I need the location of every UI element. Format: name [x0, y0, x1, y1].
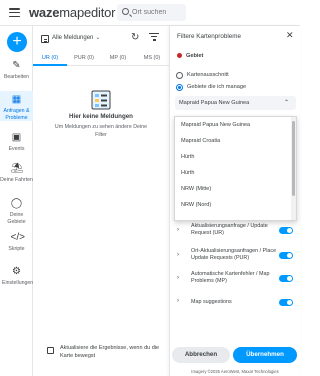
dropdown-option[interactable]: Hürth: [175, 165, 296, 181]
gear-icon: ⚙: [12, 266, 21, 277]
area-dropdown-list: Mapraid Papua New Guinea Mapraid Croatia…: [174, 116, 297, 221]
search-icon: [122, 8, 129, 15]
dropdown-option[interactable]: NRW (Mitte): [175, 181, 296, 197]
toggle-row-ur[interactable]: › Aktualisierungsanfrage / Update Reques…: [177, 223, 299, 239]
toggle-label: Ort-Aktualisierungsanfragen / Place Upda…: [191, 248, 277, 261]
top-bar: wazemapeditor: [0, 0, 300, 26]
problems-filter-bar: Alle Meldungen ⌄ ↻: [33, 26, 169, 52]
menu-icon[interactable]: [9, 8, 20, 18]
pur-toggle[interactable]: [279, 252, 293, 259]
toggle-row-pur[interactable]: › Ort-Aktualisierungsanfragen / Place Up…: [177, 248, 299, 264]
toggle-row-ms[interactable]: › Map suggestions: [177, 298, 299, 308]
dropdown-scrollbar[interactable]: [291, 117, 296, 220]
dropdown-option[interactable]: Hürth: [175, 149, 296, 165]
tab-pur[interactable]: PUR (0): [67, 52, 101, 65]
filter-icon[interactable]: [149, 33, 159, 42]
empty-list-illustration-icon: [91, 90, 111, 110]
chevron-right-icon[interactable]: ›: [177, 298, 179, 305]
chevron-up-icon: ⌃: [283, 100, 289, 106]
cancel-button[interactable]: Abbrechen: [172, 347, 230, 363]
sidebar-item-drives[interactable]: ⛱ Deine Fahrten: [0, 163, 33, 189]
tab-ur[interactable]: UR (0): [33, 52, 67, 66]
map-attribution: Imagery ©2025 AeroWest, Maxar Technologi…: [191, 369, 279, 374]
area-select[interactable]: Mapraid Papua New Guinea ⌃: [175, 96, 296, 110]
tab-mp[interactable]: MP (0): [101, 52, 135, 65]
empty-state-subtitle: Um Meldungen zu sehen ändere Deine Filte…: [54, 124, 148, 138]
list-icon: [41, 35, 49, 43]
radio-button[interactable]: [176, 84, 183, 91]
apply-button[interactable]: Übernehmen: [233, 347, 297, 363]
requests-icon: ▦: [11, 94, 22, 105]
sidebar-item-edit[interactable]: ✎ Bearbeiten: [0, 60, 33, 84]
search-box[interactable]: [117, 4, 186, 21]
add-button[interactable]: +: [7, 32, 27, 52]
filter-panel-title: Filtere Kartenprobleme: [177, 33, 242, 40]
empty-state-title: Hier keine Meldungen: [69, 113, 133, 120]
sidebar-item-scripts[interactable]: </> Skripte: [0, 232, 33, 256]
mp-toggle[interactable]: [279, 275, 293, 282]
search-input[interactable]: [132, 6, 184, 19]
chevron-right-icon[interactable]: ›: [177, 227, 179, 234]
chevron-right-icon[interactable]: ›: [177, 252, 179, 259]
sidebar-item-settings[interactable]: ⚙ Einstellungen: [0, 266, 33, 296]
toggle-label: Automatische Kartenfehler / Map Problems…: [191, 271, 270, 284]
sidebar-item-areas[interactable]: ◯ Deine Gebiete: [0, 198, 33, 225]
dropdown-option[interactable]: Mapraid Papua New Guinea: [175, 117, 296, 133]
left-sidebar: + ✎ Bearbeiten ▦ Anfragen & Probleme ▣ E…: [0, 26, 33, 376]
ur-toggle[interactable]: [279, 227, 293, 234]
radio-button[interactable]: [176, 72, 183, 79]
problem-tabs: UR (0) PUR (0) MP (0) MS (0): [33, 52, 169, 66]
dropdown-option[interactable]: NRW (Nord): [175, 197, 296, 213]
problems-panel: Alle Meldungen ⌄ ↻ UR (0) PUR (0) MP (0) …: [33, 26, 169, 376]
filter-panel: Filtere Kartenprobleme ✕ Gebiet Kartenau…: [169, 26, 300, 376]
chevron-down-icon: ⌄: [95, 35, 101, 41]
refresh-icon[interactable]: ↻: [131, 32, 139, 43]
sidebar-item-events[interactable]: ▣ Events: [0, 132, 33, 156]
auto-refresh-label: Aktualisiere die Ergebnisse, wenn du die…: [60, 345, 160, 359]
waze-logo[interactable]: wazemapeditor: [29, 5, 115, 20]
tab-ms[interactable]: MS (0): [135, 52, 169, 65]
radio-label: Kartenausschnitt: [187, 72, 229, 78]
problem-filter-select[interactable]: Alle Meldungen ⌄: [52, 34, 100, 41]
sidebar-item-requests[interactable]: ▦ Anfragen & Probleme: [0, 91, 33, 121]
car-icon: ⛱: [10, 163, 24, 174]
edit-icon: ✎: [12, 60, 21, 71]
close-icon[interactable]: ✕: [286, 30, 294, 41]
scrollbar-thumb[interactable]: [292, 121, 295, 196]
ms-toggle[interactable]: [279, 299, 293, 306]
toggle-row-mp[interactable]: › Automatische Kartenfehler / Map Proble…: [177, 271, 299, 287]
toggle-label: Aktualisierungsanfrage / Update Request …: [191, 223, 268, 236]
dropdown-option[interactable]: Mapraid Croatia: [175, 133, 296, 149]
toggle-label: Map suggestions: [191, 299, 232, 305]
area-marker-icon: [177, 53, 182, 59]
globe-icon: ◯: [10, 198, 23, 209]
checkbox[interactable]: [47, 347, 54, 354]
area-section-heading: Gebiet: [177, 53, 203, 59]
chevron-right-icon[interactable]: ›: [177, 275, 179, 282]
code-icon: </>: [10, 232, 25, 243]
calendar-icon: ▣: [11, 132, 22, 143]
radio-label: Gebiete die ich manage: [187, 84, 247, 90]
